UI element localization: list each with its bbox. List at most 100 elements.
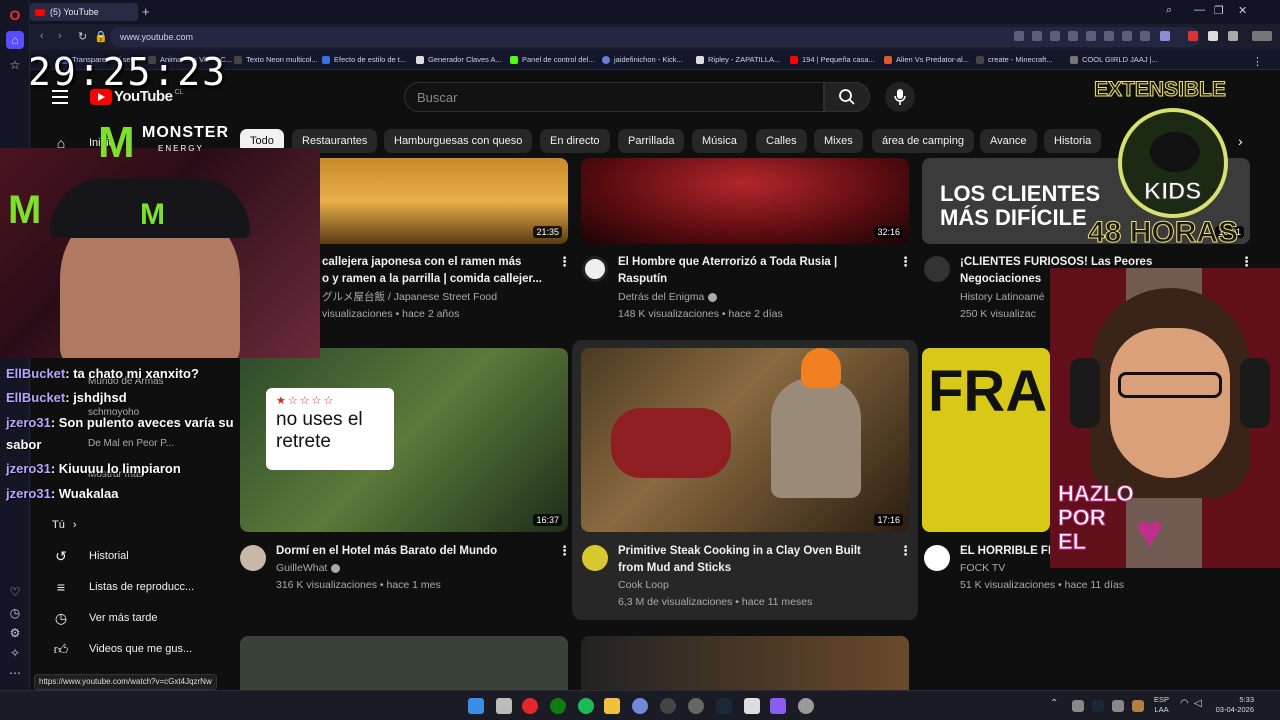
bookmark[interactable]: Efecto de estilo de t... (322, 55, 406, 64)
extension-icon[interactable] (1032, 31, 1042, 41)
volume-icon[interactable]: ◁ (1194, 698, 1202, 709)
channel-name[interactable]: Cook Loop (618, 577, 669, 594)
tab-youtube[interactable]: (5) YouTube (30, 3, 138, 21)
download-icon[interactable] (1122, 31, 1132, 41)
reload-button[interactable]: ↻ (78, 30, 87, 43)
notepad-icon[interactable] (744, 698, 760, 714)
extension-icon[interactable] (1188, 31, 1198, 41)
opera-taskbar-icon[interactable] (522, 698, 538, 714)
channel-avatar[interactable] (924, 545, 950, 571)
obs-icon[interactable] (660, 698, 676, 714)
back-button[interactable]: ‹ (40, 30, 44, 42)
settings-icon[interactable] (798, 698, 814, 714)
more-options-icon[interactable]: ⋮ (899, 543, 912, 559)
steam-icon[interactable] (716, 698, 732, 714)
settings-icon[interactable]: ⚙ (6, 624, 24, 642)
heart-outline-icon[interactable] (1104, 31, 1114, 41)
search-input[interactable]: Buscar (404, 82, 824, 112)
sidebar-item-you[interactable]: Tú › (30, 510, 230, 540)
maximize-button[interactable]: ❐ (1214, 4, 1224, 17)
chip[interactable]: Hamburguesas con queso (384, 129, 533, 153)
bookmark[interactable]: Ripley - ZAPATILLA... (696, 55, 780, 64)
video-title[interactable]: EL HORRIBLE FI (960, 543, 1050, 560)
bookmark[interactable]: Texto Neon multicol... (234, 55, 318, 64)
app-icon[interactable] (770, 698, 786, 714)
channel-avatar[interactable] (924, 256, 950, 282)
channel-avatar[interactable] (582, 545, 608, 571)
tray-icon[interactable] (1112, 700, 1124, 712)
bookmark[interactable]: create - Minecraft... (976, 55, 1053, 64)
channel-name[interactable]: Detrás del Enigma (618, 289, 718, 306)
bookmark[interactable]: Generador Claves A... (416, 55, 502, 64)
channel-name[interactable]: FOCK TV (960, 560, 1005, 577)
video-thumbnail[interactable]: FRA (922, 348, 1050, 532)
search-button[interactable] (824, 82, 870, 112)
search-tabs-icon[interactable]: ⌕ (1166, 4, 1172, 17)
forward-button[interactable]: › (58, 30, 62, 42)
video-title[interactable]: El Hombre que Aterrorizó a Toda Rusia | R… (618, 254, 888, 288)
channel-name[interactable]: History Latinoamé (960, 289, 1045, 306)
chip[interactable]: Mixes (814, 129, 863, 153)
heart-icon[interactable]: ♡ (6, 583, 24, 601)
lightbulb-icon[interactable]: ✧ (6, 644, 24, 662)
more-options-icon[interactable]: ⋮ (899, 254, 912, 270)
home-icon[interactable]: ⌂ (6, 31, 24, 49)
camera-icon[interactable] (1050, 31, 1060, 41)
tray-icon[interactable] (1072, 700, 1084, 712)
channel-name[interactable]: グルメ屋台飯 / Japanese Street Food (322, 289, 497, 306)
wifi-icon[interactable]: ◠ (1180, 698, 1189, 709)
chip[interactable]: En directo (540, 129, 610, 153)
history-icon[interactable]: ◷ (6, 604, 24, 622)
sidebar-item-history[interactable]: ↺ Historial (30, 541, 230, 571)
microphone-tray-icon[interactable] (1132, 700, 1144, 712)
sidebar-item-liked[interactable]: 👍︎ Videos que me gus... (30, 634, 230, 664)
puzzle-icon[interactable] (1228, 31, 1238, 41)
bookmark[interactable]: Panel de control del... (510, 55, 595, 64)
more-options-icon[interactable]: ⋮ (558, 543, 571, 559)
send-icon[interactable] (1086, 31, 1096, 41)
video-thumbnail[interactable]: 17:16 (581, 348, 909, 532)
chip[interactable]: Avance (980, 129, 1037, 153)
xbox-icon[interactable] (550, 698, 566, 714)
chip[interactable]: área de camping (872, 129, 974, 153)
spotify-icon[interactable] (578, 698, 594, 714)
file-explorer-icon[interactable] (604, 698, 620, 714)
show-hidden-icons[interactable]: ⌃ (1050, 698, 1058, 709)
star-icon[interactable]: ☆ (6, 56, 24, 74)
extension-icon[interactable] (1014, 31, 1024, 41)
video-title[interactable]: Primitive Steak Cooking in a Clay Oven B… (618, 543, 888, 577)
bookmark[interactable]: Alien Vs Predator-al... (884, 55, 969, 64)
channel-avatar[interactable] (582, 256, 608, 282)
video-title[interactable]: Dormí en el Hotel más Barato del Mundo (276, 543, 556, 560)
new-tab-button[interactable]: + (142, 4, 150, 19)
extension-icon[interactable] (1208, 31, 1218, 41)
more-icon[interactable]: ⋯ (6, 664, 24, 682)
minimize-button[interactable]: — (1194, 4, 1205, 16)
channel-avatar[interactable] (240, 545, 266, 571)
task-view-icon[interactable] (496, 698, 512, 714)
sidebar-item-playlists[interactable]: ≡ Listas de reproducc... (30, 572, 230, 602)
sidebar-item-watch-later[interactable]: ◷ Ver más tarde (30, 603, 230, 633)
more-options-icon[interactable]: ⋮ (558, 254, 571, 270)
voice-search-button[interactable] (885, 82, 915, 112)
chip[interactable]: Calles (756, 129, 807, 153)
chip[interactable]: Música (692, 129, 747, 153)
video-thumbnail[interactable] (240, 636, 568, 690)
language-indicator[interactable]: ESP LAA (1154, 695, 1169, 715)
profile-icon[interactable] (1160, 31, 1170, 41)
video-thumbnail[interactable] (581, 636, 909, 690)
share-icon[interactable] (1140, 31, 1150, 41)
bookmark[interactable]: jaidefinichon - Kick... (602, 55, 683, 64)
chrome-icon[interactable] (688, 698, 704, 714)
windows-start-icon[interactable] (468, 698, 484, 714)
taskbar-clock[interactable]: 5:33 03-04-2026 (1206, 695, 1254, 715)
channel-name[interactable]: GuilleWhat (276, 560, 341, 577)
opera-logo-icon[interactable]: O (6, 6, 24, 24)
close-window-button[interactable]: ✕ (1238, 4, 1247, 17)
ai-icon[interactable] (1252, 31, 1272, 41)
bookmarks-more-icon[interactable]: ⋮ (1252, 55, 1263, 68)
video-thumbnail[interactable]: 32:16 (581, 158, 909, 244)
video-thumbnail[interactable]: ★☆☆☆☆ no uses el retrete 16:37 (240, 348, 568, 532)
steam-tray-icon[interactable] (1092, 700, 1104, 712)
bookmark[interactable]: 194 | Pequeña casa... (790, 55, 875, 64)
